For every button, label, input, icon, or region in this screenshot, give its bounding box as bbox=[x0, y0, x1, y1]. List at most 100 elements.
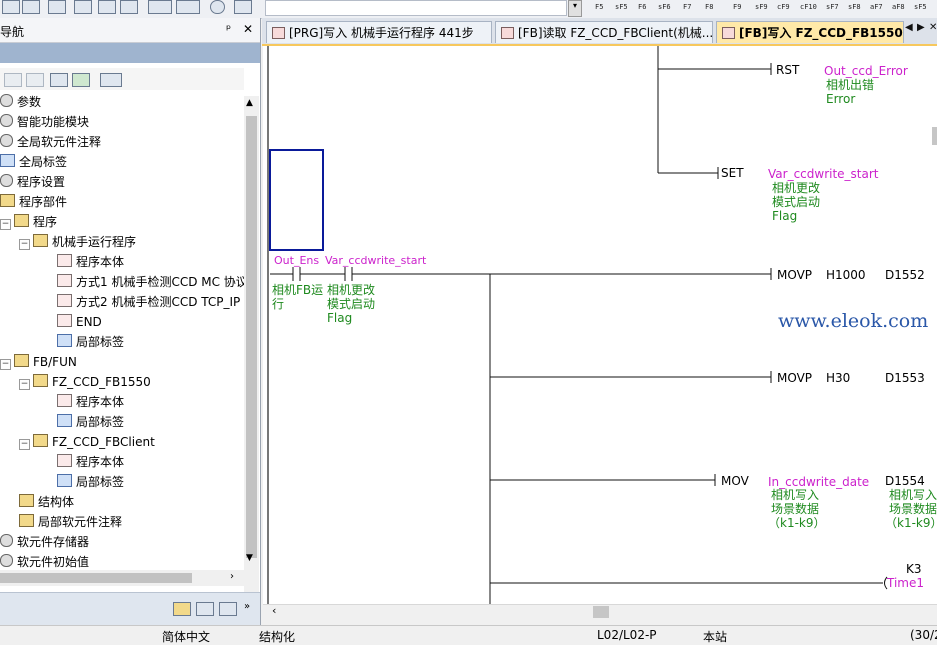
help-icon[interactable] bbox=[210, 0, 225, 14]
monitor-icon[interactable] bbox=[74, 0, 92, 14]
collapse-icon[interactable]: − bbox=[19, 239, 30, 250]
tree-item[interactable]: 程序本体 bbox=[57, 392, 124, 412]
project-view-icon[interactable] bbox=[173, 602, 191, 616]
pin-icon[interactable]: ᵖ bbox=[226, 22, 231, 36]
scroll-left-icon[interactable]: ‹ bbox=[272, 604, 276, 617]
function-key-button[interactable]: F6 bbox=[638, 4, 646, 11]
function-key-button[interactable]: F7 bbox=[683, 4, 691, 11]
function-key-button[interactable]: F5 bbox=[595, 4, 603, 11]
grid2-icon[interactable] bbox=[120, 0, 138, 14]
movp1-destination[interactable]: D1552 bbox=[885, 269, 925, 282]
tab-prev-icon[interactable]: ◀ bbox=[905, 22, 913, 33]
more-icon[interactable]: » bbox=[244, 601, 250, 612]
close-icon[interactable]: ✕ bbox=[243, 22, 253, 36]
connection-icon[interactable] bbox=[219, 602, 237, 616]
tree-item[interactable]: 方式2 机械手检测CCD TCP_IP bbox=[57, 292, 240, 312]
tree-item-label: 局部标签 bbox=[76, 335, 125, 349]
collapse-icon[interactable]: − bbox=[19, 379, 30, 390]
movp1-source[interactable]: H1000 bbox=[826, 269, 866, 282]
timer-constant[interactable]: K3 bbox=[906, 563, 922, 576]
scroll-right-icon[interactable]: › bbox=[230, 571, 234, 582]
rst-operand[interactable]: Out_ccd_Error bbox=[824, 65, 908, 78]
chevron-down-icon[interactable]: ▾ bbox=[568, 0, 582, 17]
scroll-up-icon[interactable]: ▲ bbox=[246, 98, 253, 108]
mov-destination[interactable]: D1554 bbox=[885, 475, 925, 488]
tree-item[interactable]: 局部软元件注释 bbox=[19, 512, 122, 532]
display-options-icon[interactable] bbox=[100, 73, 122, 87]
movp2-instruction[interactable]: MOVP bbox=[777, 372, 812, 385]
editor-vertical-scroll-thumb[interactable] bbox=[932, 127, 937, 145]
rst-comment: 相机出错 bbox=[826, 78, 875, 92]
function-key-button[interactable]: sF9 bbox=[755, 4, 768, 11]
tab-close-icon[interactable]: ✕ bbox=[929, 22, 937, 33]
contact1-label[interactable]: Out_Ens bbox=[274, 254, 319, 267]
tree-item[interactable]: 局部标签 bbox=[57, 472, 124, 492]
user-library-icon[interactable] bbox=[196, 602, 214, 616]
function-key-button[interactable]: sF6 bbox=[658, 4, 671, 11]
rst-instruction[interactable]: RST bbox=[776, 64, 799, 77]
grid-icon[interactable] bbox=[98, 0, 116, 14]
function-key-button[interactable]: aF8 bbox=[892, 4, 905, 11]
collapse-icon[interactable]: − bbox=[0, 219, 11, 230]
set-instruction[interactable]: SET bbox=[721, 167, 744, 180]
tree-item[interactable]: END bbox=[57, 312, 102, 332]
tree-item[interactable]: − FZ_CCD_FB1550 bbox=[19, 372, 151, 392]
copy-icon[interactable] bbox=[4, 73, 22, 87]
tree-item[interactable]: 参数 bbox=[0, 92, 41, 112]
collapse-icon[interactable]: − bbox=[19, 439, 30, 450]
refresh-icon[interactable] bbox=[72, 73, 90, 87]
function-key-button[interactable]: sF5 bbox=[615, 4, 628, 11]
zoom-icon[interactable] bbox=[176, 0, 200, 14]
movp1-instruction[interactable]: MOVP bbox=[777, 269, 812, 282]
tree-item[interactable]: 程序本体 bbox=[57, 252, 124, 272]
tree-item[interactable]: 智能功能模块 bbox=[0, 112, 89, 132]
movp2-destination[interactable]: D1553 bbox=[885, 372, 925, 385]
tree-item[interactable]: 全局标签 bbox=[0, 152, 67, 172]
ladder-editor[interactable]: RST Out_ccd_Error 相机出错 Error SET Var_ccd… bbox=[263, 46, 937, 606]
nav-horizontal-scroll-thumb[interactable] bbox=[0, 573, 192, 583]
tree-item[interactable]: 软元件初始值 bbox=[0, 552, 89, 572]
tree-item[interactable]: − FZ_CCD_FBClient bbox=[19, 432, 155, 452]
scroll-down-icon[interactable]: ▼ bbox=[246, 553, 253, 563]
function-key-button[interactable]: sF5 bbox=[914, 4, 927, 11]
tree-item[interactable]: − FB/FUN bbox=[0, 352, 77, 372]
eye-icon[interactable] bbox=[148, 0, 172, 14]
collapse-icon[interactable]: − bbox=[0, 359, 11, 370]
tab-next-icon[interactable]: ▶ bbox=[917, 22, 925, 33]
paste-icon[interactable] bbox=[26, 73, 44, 87]
tree-item[interactable]: 程序部件 bbox=[0, 192, 67, 212]
tree-item[interactable]: 程序本体 bbox=[57, 452, 124, 472]
editor-horizontal-scroll-thumb[interactable] bbox=[593, 606, 609, 618]
function-key-button[interactable]: sF8 bbox=[848, 4, 861, 11]
set-operand[interactable]: Var_ccdwrite_start bbox=[768, 168, 879, 181]
tree-item[interactable]: 软元件存储器 bbox=[0, 532, 89, 552]
tab-fb1550[interactable]: [FB]写入 FZ_CCD_FB1550 ... bbox=[716, 21, 904, 43]
timer-name[interactable]: Time1 bbox=[887, 577, 924, 590]
tree-item[interactable]: − 程序 bbox=[0, 212, 57, 232]
tab-fb-client[interactable]: [FB]读取 FZ_CCD_FBClient(机械... bbox=[495, 21, 713, 43]
tree-item[interactable]: 局部标签 bbox=[57, 332, 124, 352]
function-key-button[interactable]: cF10 bbox=[800, 4, 817, 11]
function-key-button[interactable]: cF9 bbox=[777, 4, 790, 11]
movp2-source[interactable]: H30 bbox=[826, 372, 850, 385]
tree-item[interactable]: 结构体 bbox=[19, 492, 74, 512]
properties-icon[interactable] bbox=[50, 73, 68, 87]
function-key-button[interactable]: sF7 bbox=[826, 4, 839, 11]
function-key-button[interactable]: aF7 bbox=[870, 4, 883, 11]
contact2-label[interactable]: Var_ccdwrite_start bbox=[325, 254, 426, 267]
binoculars-icon[interactable] bbox=[234, 0, 252, 14]
tab-prg-robot[interactable]: [PRG]写入 机械手运行程序 441步 bbox=[266, 21, 492, 43]
tree-item[interactable]: − 机械手运行程序 bbox=[19, 232, 136, 252]
function-key-button[interactable]: F8 bbox=[705, 4, 713, 11]
tree-item[interactable]: 方式1 机械手检测CCD MC 协议 bbox=[57, 272, 248, 292]
tree-item[interactable]: 程序设置 bbox=[0, 172, 65, 192]
tree-item[interactable]: 局部标签 bbox=[57, 412, 124, 432]
window-icon[interactable] bbox=[48, 0, 66, 14]
list-icon[interactable] bbox=[2, 0, 20, 14]
function-key-button[interactable]: F9 bbox=[733, 4, 741, 11]
nav-vertical-scroll-thumb[interactable] bbox=[246, 116, 257, 558]
toolbar-combo[interactable] bbox=[265, 0, 567, 16]
mov-instruction[interactable]: MOV bbox=[721, 475, 749, 488]
tree-item[interactable]: 全局软元件注释 bbox=[0, 132, 101, 152]
outline-icon[interactable] bbox=[22, 0, 40, 14]
